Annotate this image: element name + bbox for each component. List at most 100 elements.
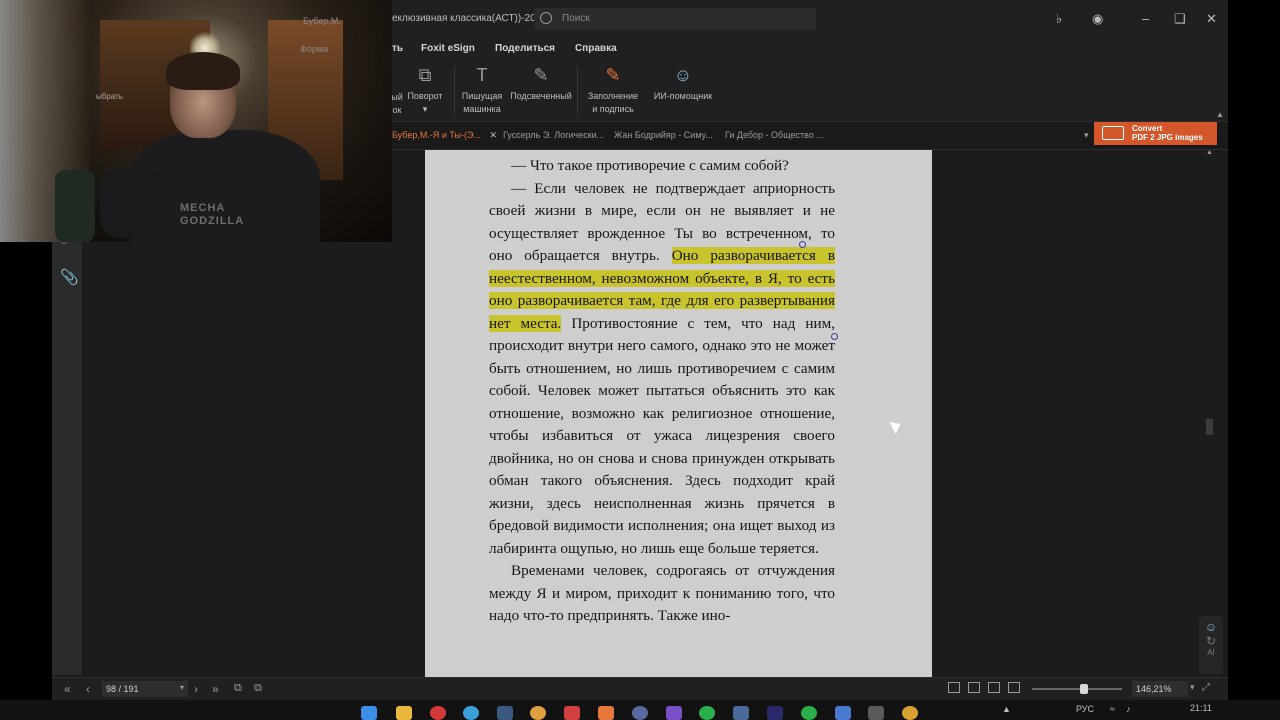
refresh-icon[interactable]: ↻ [1199, 634, 1223, 648]
spotify-icon[interactable] [699, 706, 715, 720]
webcam-bleed-text: ыбрать [96, 92, 123, 101]
close-window-icon[interactable]: ✕ [1206, 11, 1217, 27]
ai-badge-icon[interactable]: AI [1199, 648, 1223, 657]
start-icon[interactable] [361, 706, 377, 720]
foxit-reader-icon[interactable] [598, 706, 614, 720]
zoom-slider-handle[interactable] [1080, 684, 1088, 694]
shirt-print: MECHA GODZILLA [180, 202, 244, 228]
copy-page-icon[interactable]: ⧉ [234, 682, 242, 695]
tray-overflow-icon[interactable]: ▲ [1002, 704, 1011, 714]
highlight-label: Подсвеченный [510, 91, 572, 101]
ai-assistant-button[interactable]: ☺ ИИ-помощник [648, 64, 718, 103]
paragraph: — Что такое противоречие с самим собой? [489, 155, 835, 178]
facing-view-icon[interactable] [988, 682, 1000, 693]
screen-right-letterbox [1228, 0, 1280, 700]
file-explorer-icon[interactable] [396, 706, 412, 720]
highlighter-icon: ✎ [533, 65, 549, 85]
restore-icon[interactable]: ❏ [1174, 11, 1186, 27]
single-page-view-icon[interactable] [948, 682, 960, 693]
typewriter-label-1: Пишущая [461, 91, 503, 101]
person-arm [100, 168, 160, 238]
ai-chat-icon[interactable]: ☺ [1199, 620, 1223, 634]
app-icon[interactable] [632, 706, 648, 720]
clock[interactable]: 21:11 [1190, 703, 1212, 713]
search-box[interactable]: Поиск [534, 8, 816, 30]
chrome-icon[interactable] [902, 706, 918, 720]
webcam-overlay: Бубер,М. Форма ыбрать Яо MECHA GODZILLA [0, 0, 392, 242]
typewriter-label-2: машинка [463, 104, 501, 114]
app-icon[interactable] [666, 706, 682, 720]
highlight-button[interactable]: ✎ Подсвеченный [508, 64, 574, 103]
minimize-icon[interactable]: – [1142, 11, 1149, 26]
page-text[interactable]: — Что такое противоречие с самим собой? … [489, 155, 835, 628]
app-icon[interactable] [733, 706, 749, 720]
app-icon[interactable] [530, 706, 546, 720]
volume-icon[interactable]: ♪ [1126, 704, 1131, 714]
first-page-icon[interactable]: « [64, 682, 71, 696]
status-bar: « ‹ 98 / 191 ▾ › » ⧉ ⧉ 146,21% ▾ ⤢ [52, 677, 1228, 700]
continuous-view-icon[interactable] [968, 682, 980, 693]
next-page-icon[interactable]: › [194, 682, 198, 696]
app-icon[interactable] [835, 706, 851, 720]
selection-start-handle[interactable] [799, 241, 806, 248]
tab-buber[interactable]: Бубер,М.-Я и Ты-(Э... ✕ [392, 130, 497, 141]
collapse-ribbon-icon[interactable]: ▲ [1216, 110, 1224, 119]
pen-icon: ✎ [605, 65, 621, 85]
chevron-down-icon[interactable]: ▾ [180, 683, 184, 692]
premiere-icon[interactable] [767, 706, 783, 720]
vertical-scrollbar[interactable]: ▲ [1206, 149, 1213, 673]
menu-item-share[interactable]: Поделиться [495, 43, 555, 54]
previous-page-icon[interactable]: ‹ [86, 682, 90, 696]
page-number-field[interactable]: 98 / 191 ▾ [102, 681, 188, 697]
search-icon [540, 12, 552, 24]
menu-item-partial[interactable]: ть [392, 43, 403, 54]
paragraph: Временами человек, содрогаясь от отчужде… [489, 560, 835, 628]
account-icon[interactable]: ◉ [1092, 11, 1103, 27]
ribbon-separator [577, 66, 578, 114]
window-title: еклюзивная классика(АСТ))-20... [392, 13, 544, 24]
wifi-icon[interactable]: ≈ [1110, 704, 1115, 714]
opera-icon[interactable] [430, 706, 446, 720]
spotify-icon[interactable] [801, 706, 817, 720]
steam-icon[interactable] [497, 706, 513, 720]
scrollbar-thumb[interactable] [1206, 419, 1213, 435]
facing-continuous-view-icon[interactable] [1008, 682, 1020, 693]
close-tab-icon[interactable]: ✕ [489, 130, 497, 140]
tabs-overflow-icon[interactable]: ▾ [1084, 130, 1089, 141]
bell-icon[interactable]: ♭ [1056, 11, 1062, 27]
chevron-down-icon: ▾ [422, 104, 428, 114]
shirt-line-1: MECHA [180, 202, 226, 214]
language-indicator[interactable]: РУС [1076, 704, 1094, 714]
zoom-slider[interactable] [1032, 684, 1122, 694]
last-page-icon[interactable]: » [212, 682, 219, 696]
typewriter-button[interactable]: T Пишущая машинка [456, 64, 508, 116]
zoom-field[interactable]: 146,21% [1132, 681, 1188, 697]
fill-and-sign-button[interactable]: ✎ Заполнение и подпись [580, 64, 646, 116]
selection-end-handle[interactable] [831, 333, 838, 340]
fill-sign-label-2: и подпись [592, 104, 634, 114]
app-icon[interactable] [868, 706, 884, 720]
fullscreen-icon[interactable]: ⤢ [1202, 682, 1210, 693]
scroll-up-icon[interactable]: ▲ [1206, 149, 1213, 156]
pdf-page: — Что такое противоречие с самим собой? … [425, 150, 932, 677]
menu-item-help[interactable]: Справка [575, 43, 617, 54]
rotate-icon: ⧉ [418, 65, 432, 85]
chevron-down-icon[interactable]: ▾ [1190, 682, 1195, 693]
menu-item-foxit-esign[interactable]: Foxit eSign [421, 43, 475, 54]
attachment-icon[interactable]: 📎 [60, 268, 79, 286]
tab-baudrillard[interactable]: Жан Бодрийяр - Симу... [614, 130, 713, 140]
page-number-value: 98 / 191 [106, 684, 139, 694]
tab-debord[interactable]: Ги Дебор - Общество ... [725, 130, 824, 140]
ai-assistant-label: ИИ-помощник [653, 91, 713, 101]
shirt-line-2: GODZILLA [180, 215, 245, 227]
rotate-label: Поворот [407, 91, 443, 101]
convert-line-2: PDF 2 JPG images [1132, 133, 1203, 142]
rotate-button[interactable]: ⧉ Поворот ▾ [398, 64, 452, 116]
telegram-icon[interactable] [463, 706, 479, 720]
tab-husserl[interactable]: Гуссерль Э. Логически... [503, 130, 604, 140]
extract-page-icon[interactable]: ⧉ [254, 682, 262, 695]
text-run: Противостояние с тем, что над ним, проис… [489, 314, 835, 557]
convert-pdf-banner[interactable]: Convert PDF 2 JPG images [1094, 122, 1217, 145]
paragraph: — Если человек не подтверждает априорнос… [489, 178, 835, 561]
calendar-app-icon[interactable] [564, 706, 580, 720]
